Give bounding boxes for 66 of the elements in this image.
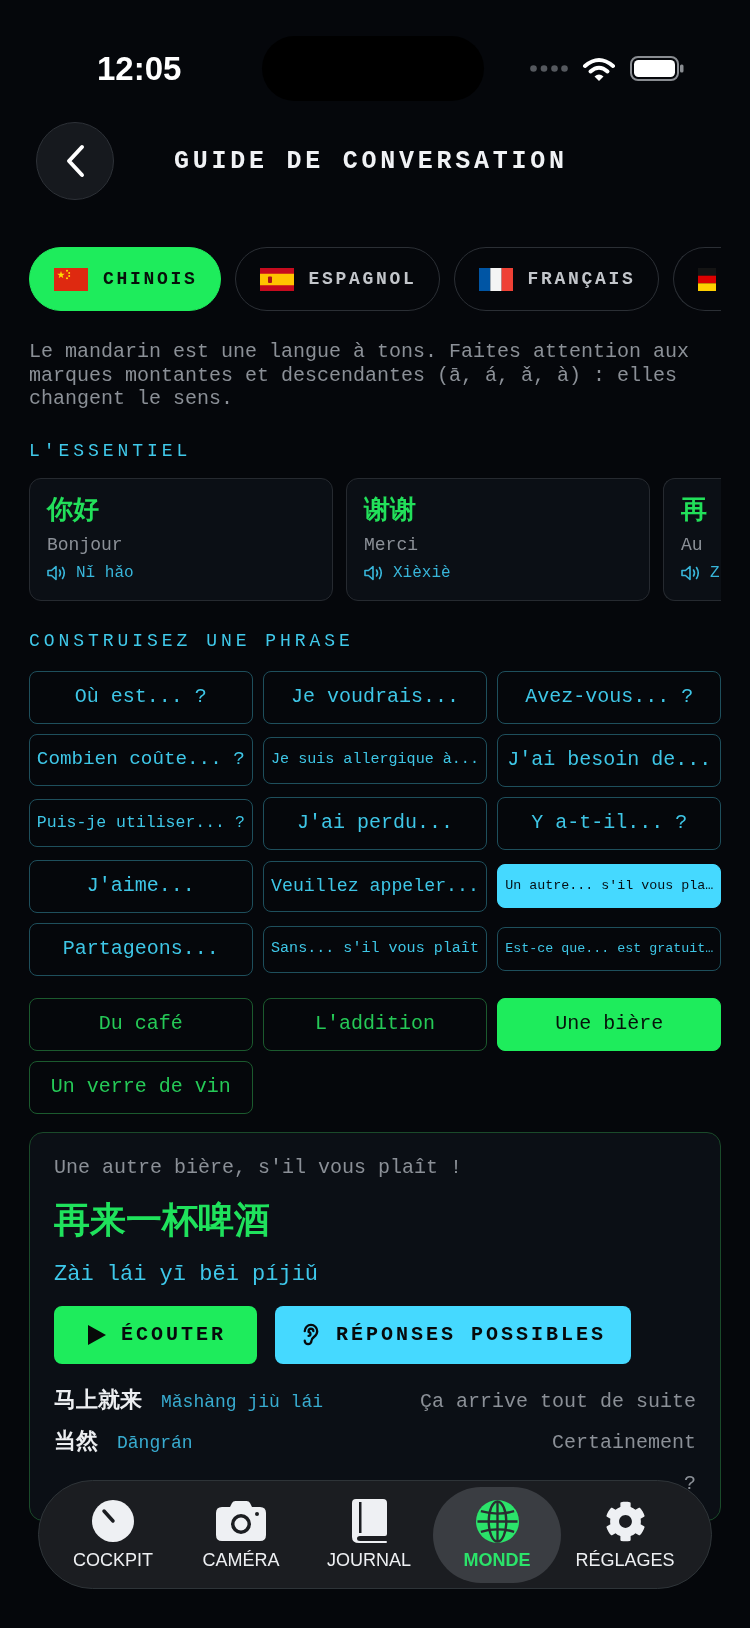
speaker-icon — [681, 564, 701, 581]
response-chinese: 当然 — [54, 1428, 98, 1457]
word-chip[interactable]: Du café — [29, 997, 253, 1051]
tab-bar-item[interactable]: COCKPIT — [49, 1486, 177, 1583]
french-sentence: Une autre bière, s'il vous plaît ! — [54, 1155, 463, 1180]
section-heading: CONSTRUISEZ UNE PHRASE — [29, 629, 354, 653]
flag-icon — [54, 267, 88, 291]
phrase-chip[interactable]: Je suis allergique à... — [263, 736, 487, 784]
pinyin-sentence: Zài lái yī bēi píjiǔ — [54, 1261, 319, 1288]
flag-icon — [259, 267, 294, 291]
phrase-chip[interactable]: Sans... s'il vous plaît — [263, 925, 487, 973]
tab-bar-item[interactable]: JOURNAL — [305, 1486, 433, 1583]
page-title: GUIDE DE CONVERSATION — [174, 148, 568, 174]
language-tab[interactable]: CHINOIS — [29, 247, 221, 311]
phrase-chip[interactable]: Combien coûte... ? — [29, 734, 253, 786]
responses-button[interactable]: RÉPONSES POSSIBLES — [275, 1305, 632, 1364]
wifi-icon — [582, 56, 616, 81]
response-translation: Ça arrive tout de suite — [419, 1389, 696, 1414]
phrase-chip[interactable]: J'ai besoin de... — [497, 733, 721, 787]
gear-icon — [604, 1500, 646, 1542]
gauge-icon — [92, 1500, 134, 1542]
phrase-chip[interactable]: Je voudrais... — [263, 670, 487, 724]
word-chip[interactable]: Un verre de vin — [29, 1060, 253, 1114]
tab-bar-item[interactable]: CAMÉRA — [177, 1486, 305, 1583]
listen-button[interactable]: ÉCOUTER — [54, 1305, 257, 1364]
phrase-chip[interactable]: Partageons... — [29, 922, 253, 976]
signal-icon — [530, 65, 568, 72]
phrase-chip[interactable]: Y a-t-il... ? — [497, 796, 721, 850]
word-pinyin: Nǐ hǎo — [76, 562, 134, 584]
phrase-chip[interactable]: Est-ce que... est gratuit… — [497, 927, 721, 971]
chinese-sentence: 再来一杯啤酒 — [54, 1200, 270, 1245]
response-pinyin: Dāngrán — [117, 1431, 193, 1455]
status-time: 12:05 — [97, 52, 183, 85]
flag-icon — [697, 267, 716, 291]
phrase-chip[interactable]: Avez-vous... ? — [497, 670, 721, 724]
chevron-left-icon — [65, 144, 85, 178]
phrase-chip[interactable]: J'aime... — [29, 859, 253, 913]
phrase-chip[interactable]: Où est... ? — [29, 670, 253, 724]
battery-icon — [630, 56, 684, 81]
word-translation: Merci — [364, 533, 418, 557]
word-pinyin: Z — [710, 562, 720, 584]
speaker-icon — [47, 564, 67, 581]
chinese-word: 你好 — [47, 494, 99, 527]
camera-icon — [216, 1501, 266, 1541]
phrase-chip[interactable]: Puis-je utiliser... ? — [29, 799, 253, 847]
word-pinyin: Xièxiè — [393, 562, 451, 584]
phrase-chip[interactable]: Un autre... s'il vous pla… — [497, 864, 721, 908]
chinese-word: 谢谢 — [364, 494, 416, 527]
phrase-chip[interactable]: J'ai perdu... — [263, 796, 487, 850]
word-chip[interactable]: L'addition — [263, 997, 487, 1051]
response-pinyin: Mǎshàng jiù lái — [161, 1390, 324, 1414]
response-translation: Certainement — [551, 1430, 696, 1455]
phrase-chip[interactable]: Veuillez appeler... — [263, 860, 487, 912]
book-icon — [351, 1499, 387, 1543]
tab-bar-item[interactable]: MONDE — [433, 1486, 561, 1583]
word-chip[interactable]: Une bière — [497, 997, 721, 1051]
response-chinese: 马上就来 — [54, 1387, 142, 1416]
play-icon — [88, 1324, 106, 1345]
chinese-word: 再 — [681, 494, 707, 527]
word-translation: Bonjour — [47, 533, 123, 557]
speaker-icon — [364, 564, 384, 581]
word-translation: Au — [681, 533, 703, 557]
flag-icon — [478, 267, 513, 291]
globe-icon — [475, 1499, 519, 1543]
section-heading: L'ESSENTIEL — [29, 439, 192, 463]
description-text: Le mandarin est une langue à tons. Faites attention aux marques montantes et descendantes (ā, á, ǎ, à) : elles changent le sens. — [29, 340, 691, 411]
